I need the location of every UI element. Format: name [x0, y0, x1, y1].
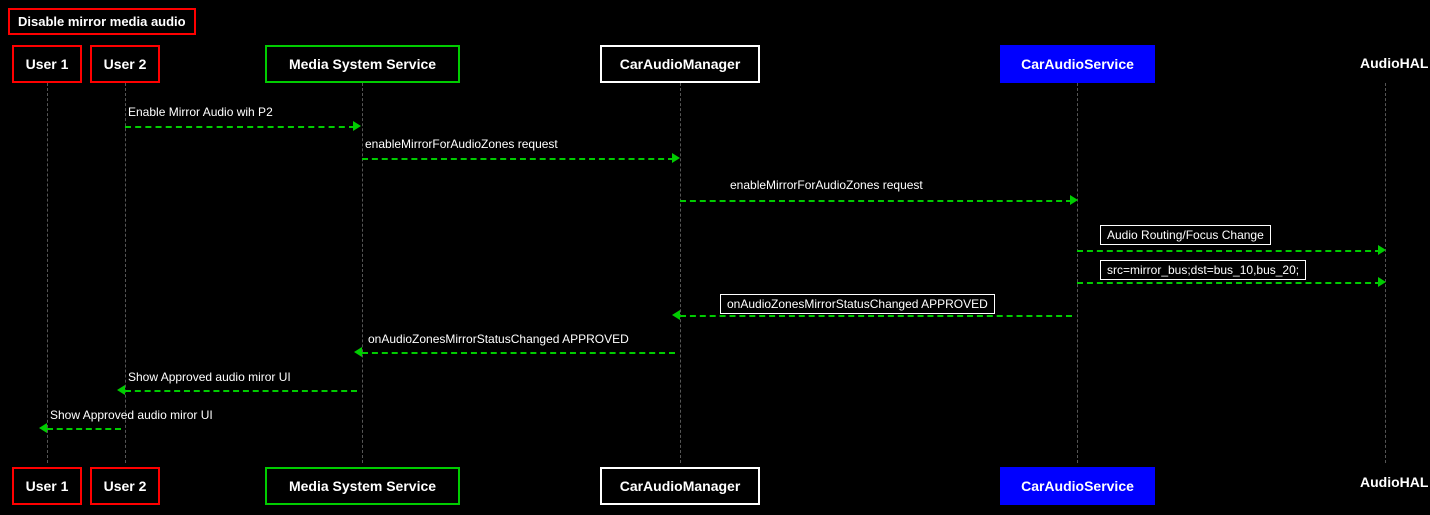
cas-label: CarAudioService: [1021, 56, 1134, 72]
msg8-label: Show Approved audio miror UI: [128, 370, 291, 384]
msg9-arrowhead: [39, 423, 47, 433]
msg4-line: [1077, 250, 1381, 252]
lifeline-box-user1: User 1: [12, 45, 82, 83]
lifeline-box-mss: Media System Service: [265, 45, 460, 83]
msg2-line: [362, 158, 674, 160]
msg3-label: enableMirrorForAudioZones request: [730, 178, 923, 192]
diagram-container: Disable mirror media audio User 1 User 2…: [0, 0, 1430, 515]
msg2-label: enableMirrorForAudioZones request: [365, 137, 558, 151]
lifeline-box-cam: CarAudioManager: [600, 45, 760, 83]
lifeline-line-cas: [1077, 83, 1078, 463]
msg5-arrowhead: [1378, 277, 1386, 287]
lifeline-label-hal-bottom: AudioHAL: [1360, 474, 1428, 490]
lifeline-box-user2-bottom: User 2: [90, 467, 160, 505]
lifeline-box-mss-bottom: Media System Service: [265, 467, 460, 505]
user1-label: User 1: [26, 56, 69, 72]
msg7-label: onAudioZonesMirrorStatusChanged APPROVED: [368, 332, 629, 346]
msg6-line: [680, 315, 1072, 317]
mss-label: Media System Service: [289, 56, 436, 72]
lifeline-line-user2: [125, 83, 126, 463]
msg4-labelbox: Audio Routing/Focus Change: [1100, 225, 1271, 245]
msg3-line: [680, 200, 1072, 202]
lifeline-box-cam-bottom: CarAudioManager: [600, 467, 760, 505]
msg6-arrowhead: [672, 310, 680, 320]
msg5-line: [1077, 282, 1381, 284]
lifeline-line-user1: [47, 83, 48, 463]
hal-label: AudioHAL: [1360, 55, 1428, 71]
lifeline-box-cas-bottom: CarAudioService: [1000, 467, 1155, 505]
msg3-arrowhead: [1070, 195, 1078, 205]
lifeline-box-user2: User 2: [90, 45, 160, 83]
msg8-arrowhead: [117, 385, 125, 395]
msg7-arrowhead: [354, 347, 362, 357]
title-box: Disable mirror media audio: [8, 8, 196, 35]
msg6-label: onAudioZonesMirrorStatusChanged APPROVED: [720, 294, 995, 314]
cam-label: CarAudioManager: [620, 56, 741, 72]
msg9-line: [47, 428, 121, 430]
msg1-line: [125, 126, 355, 128]
msg1-arrowhead: [353, 121, 361, 131]
lifeline-box-user1-bottom: User 1: [12, 467, 82, 505]
lifeline-label-hal: AudioHAL: [1360, 55, 1428, 71]
lifeline-line-hal: [1385, 83, 1386, 463]
lifeline-line-cam: [680, 83, 681, 463]
msg8-line: [125, 390, 357, 392]
msg4-arrowhead: [1378, 245, 1386, 255]
msg1-label: Enable Mirror Audio wih P2: [128, 105, 273, 119]
lifeline-box-cas: CarAudioService: [1000, 45, 1155, 83]
user2-label: User 2: [104, 56, 147, 72]
msg2-arrowhead: [672, 153, 680, 163]
title-label: Disable mirror media audio: [18, 14, 186, 29]
msg5-labelbox: src=mirror_bus;dst=bus_10,bus_20;: [1100, 260, 1306, 280]
msg7-line: [362, 352, 675, 354]
msg9-label: Show Approved audio miror UI: [50, 408, 213, 422]
lifeline-line-mss: [362, 83, 363, 463]
